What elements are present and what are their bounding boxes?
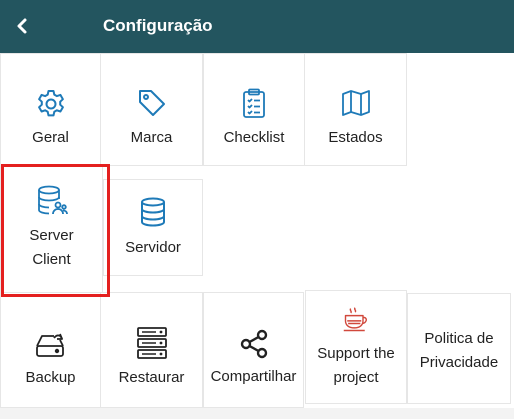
tile-geral[interactable]: Geral bbox=[0, 53, 101, 166]
tag-icon bbox=[138, 90, 165, 116]
tile-server-client-label: Server Client bbox=[29, 227, 74, 268]
tile-restaurar[interactable]: Restaurar bbox=[101, 292, 203, 408]
tile-support[interactable]: Support the project bbox=[305, 290, 407, 404]
tile-backup[interactable]: Backup bbox=[0, 292, 101, 408]
tile-privacidade-label: Politica de Privacidade bbox=[419, 330, 499, 371]
tile-server-client[interactable]: Server Client bbox=[0, 166, 103, 293]
gear-icon bbox=[37, 90, 64, 117]
clipboard-checklist-icon bbox=[243, 88, 265, 118]
server-rack-icon bbox=[136, 327, 167, 359]
database-icon bbox=[141, 197, 165, 227]
tile-compartilhar[interactable]: Compartilhar bbox=[203, 292, 304, 408]
back-arrow-icon[interactable] bbox=[10, 13, 36, 39]
tile-estados-label: Estados bbox=[328, 129, 383, 146]
hard-drive-backup-icon bbox=[35, 333, 64, 357]
tile-marca-label: Marca bbox=[130, 129, 173, 146]
app-header: Configuração bbox=[0, 0, 514, 53]
map-icon bbox=[341, 90, 370, 116]
database-users-icon bbox=[37, 185, 68, 215]
tile-estados[interactable]: Estados bbox=[305, 53, 407, 166]
tile-restaurar-label: Restaurar bbox=[118, 369, 185, 386]
tile-privacidade[interactable]: Politica de Privacidade bbox=[407, 293, 511, 404]
tile-support-label: Support the project bbox=[317, 345, 395, 386]
tile-checklist[interactable]: Checklist bbox=[203, 53, 305, 166]
tile-compartilhar-label: Compartilhar bbox=[210, 368, 297, 385]
tile-checklist-label: Checklist bbox=[223, 129, 285, 146]
tile-servidor[interactable]: Servidor bbox=[103, 179, 203, 276]
tile-backup-label: Backup bbox=[25, 369, 76, 386]
coffee-cup-icon bbox=[343, 307, 367, 332]
share-icon bbox=[240, 329, 267, 359]
page-title: Configuração bbox=[103, 16, 213, 35]
tile-marca[interactable]: Marca bbox=[101, 53, 203, 166]
tile-servidor-label: Servidor bbox=[125, 239, 181, 256]
bottom-bar bbox=[0, 408, 514, 419]
tile-geral-label: Geral bbox=[32, 129, 69, 146]
